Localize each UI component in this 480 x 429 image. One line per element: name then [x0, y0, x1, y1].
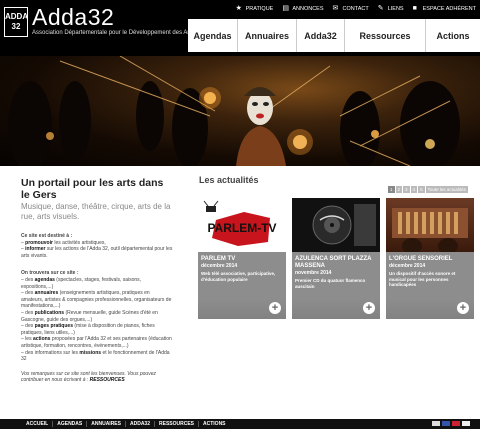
link-pages-pratiques[interactable]: pages pratiques [35, 323, 73, 329]
pager-all-news[interactable]: Toute les actualités [425, 186, 468, 193]
logo[interactable]: ADDA 32 [4, 7, 28, 37]
link-icon: ✎ [377, 5, 384, 12]
list-item: des informations sur les missions et le … [21, 350, 173, 363]
news-thumbnail [292, 198, 380, 252]
link-actions[interactable]: actions [33, 336, 51, 342]
nav-annuaires[interactable]: Annuaires [238, 19, 297, 52]
plus-icon[interactable]: + [363, 302, 375, 314]
topbar-label: ANNONCES [292, 5, 324, 12]
footer-accueil[interactable]: ACCUEIL [22, 421, 54, 427]
star-icon: ★ [235, 5, 242, 12]
news-pager: 1 2 3 4 5 Toute les actualités [388, 186, 468, 193]
partner-logos [432, 421, 470, 426]
footer-ressources[interactable]: RESSOURCES [155, 421, 200, 427]
pager-page-2[interactable]: 2 [395, 186, 403, 193]
main-nav: Agendas Annuaires Adda32 Ressources Acti… [188, 19, 480, 52]
topbar-label: PRATIQUE [245, 5, 274, 12]
nav-adda32[interactable]: Adda32 [297, 19, 345, 52]
list-item: les actions proposées par l'Adda 32 et s… [21, 336, 173, 349]
pager-page-1[interactable]: 1 [388, 186, 395, 193]
contents-heading: On trouvera sur ce site : [21, 270, 79, 277]
news-date: novembre 2014 [295, 270, 332, 276]
link-annuaires[interactable]: annuaires [35, 290, 59, 296]
news-thumbnail: PARLEM-TV [198, 198, 286, 252]
partner-logo[interactable] [442, 421, 450, 426]
news-title[interactable]: PARLEM TV [201, 256, 283, 263]
news-card[interactable]: PARLEM-TV PARLEM TV décembre 2014 Web té… [198, 198, 286, 319]
topbar-label: LIENS [387, 5, 404, 12]
news-thumbnail [386, 198, 474, 252]
pager-page-3[interactable]: 3 [403, 186, 410, 193]
news-card-content: PARLEM TV décembre 2014 Web télé associa… [201, 256, 283, 282]
footer-actions[interactable]: ACTIONS [199, 421, 230, 427]
partner-logo[interactable] [432, 421, 440, 426]
topbar-pratique[interactable]: ★ PRATIQUE [236, 5, 274, 12]
thumb-logo-text: PARLEM-TV [207, 221, 276, 235]
intro-section: Un portail pour les arts dans le Gers Mu… [21, 177, 173, 384]
news-date: décembre 2014 [389, 263, 426, 269]
pager-page-5[interactable]: 5 [418, 186, 425, 193]
plus-icon[interactable]: + [269, 302, 281, 314]
partner-logo[interactable] [452, 421, 460, 426]
album-cover-illustration [312, 204, 376, 246]
pager-page-4[interactable]: 4 [410, 186, 418, 193]
feedback-note: Vos remarques sur ce site sont les bienv… [21, 370, 156, 384]
topbar-label: ESPACE ADHÉRENT [422, 5, 476, 12]
site-title[interactable]: Adda32 [32, 4, 114, 31]
destination-list: promouvoir les activités artistiques, in… [21, 240, 173, 260]
footer-agendas[interactable]: AGENDAS [53, 421, 88, 427]
news-card-content: AZULENCA SORT PLAZZA MASSENA novembre 20… [295, 256, 377, 289]
destination-heading: Ce site est destiné à : [21, 233, 73, 239]
intro-title: Un portail pour les arts dans le Gers [21, 177, 164, 201]
orgue-sensoriel-illustration [392, 208, 468, 252]
topbar-annonces[interactable]: ▤ ANNONCES [282, 5, 323, 12]
link-ressources[interactable]: RESSOURCES [90, 377, 125, 383]
news-heading: Les actualités [199, 175, 259, 185]
news-card-content: L'ORGUE SENSORIEL décembre 2014 Un dispo… [389, 256, 471, 288]
list-item: des pages pratiques (mise à disposition … [21, 323, 173, 336]
site-tagline: Association Départementale pour le Dével… [32, 30, 195, 36]
envelope-icon: ✉ [332, 5, 339, 12]
link-agendas[interactable]: agendas [35, 277, 55, 283]
hero-image [0, 56, 480, 166]
news-description: Web télé associative, participative, d'é… [201, 271, 276, 282]
news-card[interactable]: AZULENCA SORT PLAZZA MASSENA novembre 20… [292, 198, 380, 319]
news-title[interactable]: AZULENCA SORT PLAZZA MASSENA [295, 256, 377, 270]
hero-fire-performer-illustration [8, 56, 460, 166]
footer-annuaires[interactable]: ANNUAIRES [87, 421, 126, 427]
topbar-espace-adherent[interactable]: ■ ESPACE ADHÉRENT [413, 5, 476, 12]
nav-actions[interactable]: Actions [426, 19, 480, 52]
contents-list: des agendas (spectacles, stages, festiva… [21, 277, 173, 363]
topbar-label: CONTACT [342, 5, 369, 12]
link-publications[interactable]: publications [35, 310, 64, 316]
link-missions[interactable]: missions [79, 350, 101, 356]
list-item: promouvoir les activités artistiques, [21, 240, 173, 247]
list-item: des agendas (spectacles, stages, festiva… [21, 277, 173, 290]
nav-agendas[interactable]: Agendas [188, 19, 238, 52]
list-item: informer sur les actions de l'Adda 32, o… [21, 246, 173, 259]
logo-text: ADDA 32 [5, 12, 29, 31]
partner-logo[interactable] [462, 421, 470, 426]
intro-subtitle: Musique, danse, théâtre, cirque, arts de… [21, 202, 171, 221]
document-icon: ▤ [282, 5, 289, 12]
parlem-tv-logo-illustration: PARLEM-TV [203, 200, 277, 246]
news-description: Premier CD du quatuor flamenco auscitain [295, 278, 366, 289]
news-card[interactable]: L'ORGUE SENSORIEL décembre 2014 Un dispo… [386, 198, 474, 319]
site-header: ADDA 32 Adda32 Association Départemental… [0, 0, 480, 56]
footer-nav: ACCUEIL AGENDAS ANNUAIRES ADDA32 RESSOUR… [0, 419, 480, 429]
topbar-liens[interactable]: ✎ LIENS [378, 5, 404, 12]
lock-icon: ■ [412, 5, 417, 12]
topbar-contact[interactable]: ✉ CONTACT [333, 5, 369, 12]
footer-adda32[interactable]: ADDA32 [126, 421, 155, 427]
news-date: décembre 2014 [201, 263, 238, 269]
news-description: Un dispositif d'accès sonore et musical … [389, 271, 456, 288]
plus-icon[interactable]: + [457, 302, 469, 314]
list-item: des publications (Revue mensuelle, guide… [21, 310, 173, 323]
news-title[interactable]: L'ORGUE SENSORIEL [389, 256, 471, 263]
utility-nav: ★ PRATIQUE ▤ ANNONCES ✉ CONTACT ✎ LIENS ■ ESP… [236, 5, 476, 12]
list-item: des annuaires (enseignements artistiques… [21, 290, 173, 310]
nav-ressources[interactable]: Ressources [345, 19, 426, 52]
